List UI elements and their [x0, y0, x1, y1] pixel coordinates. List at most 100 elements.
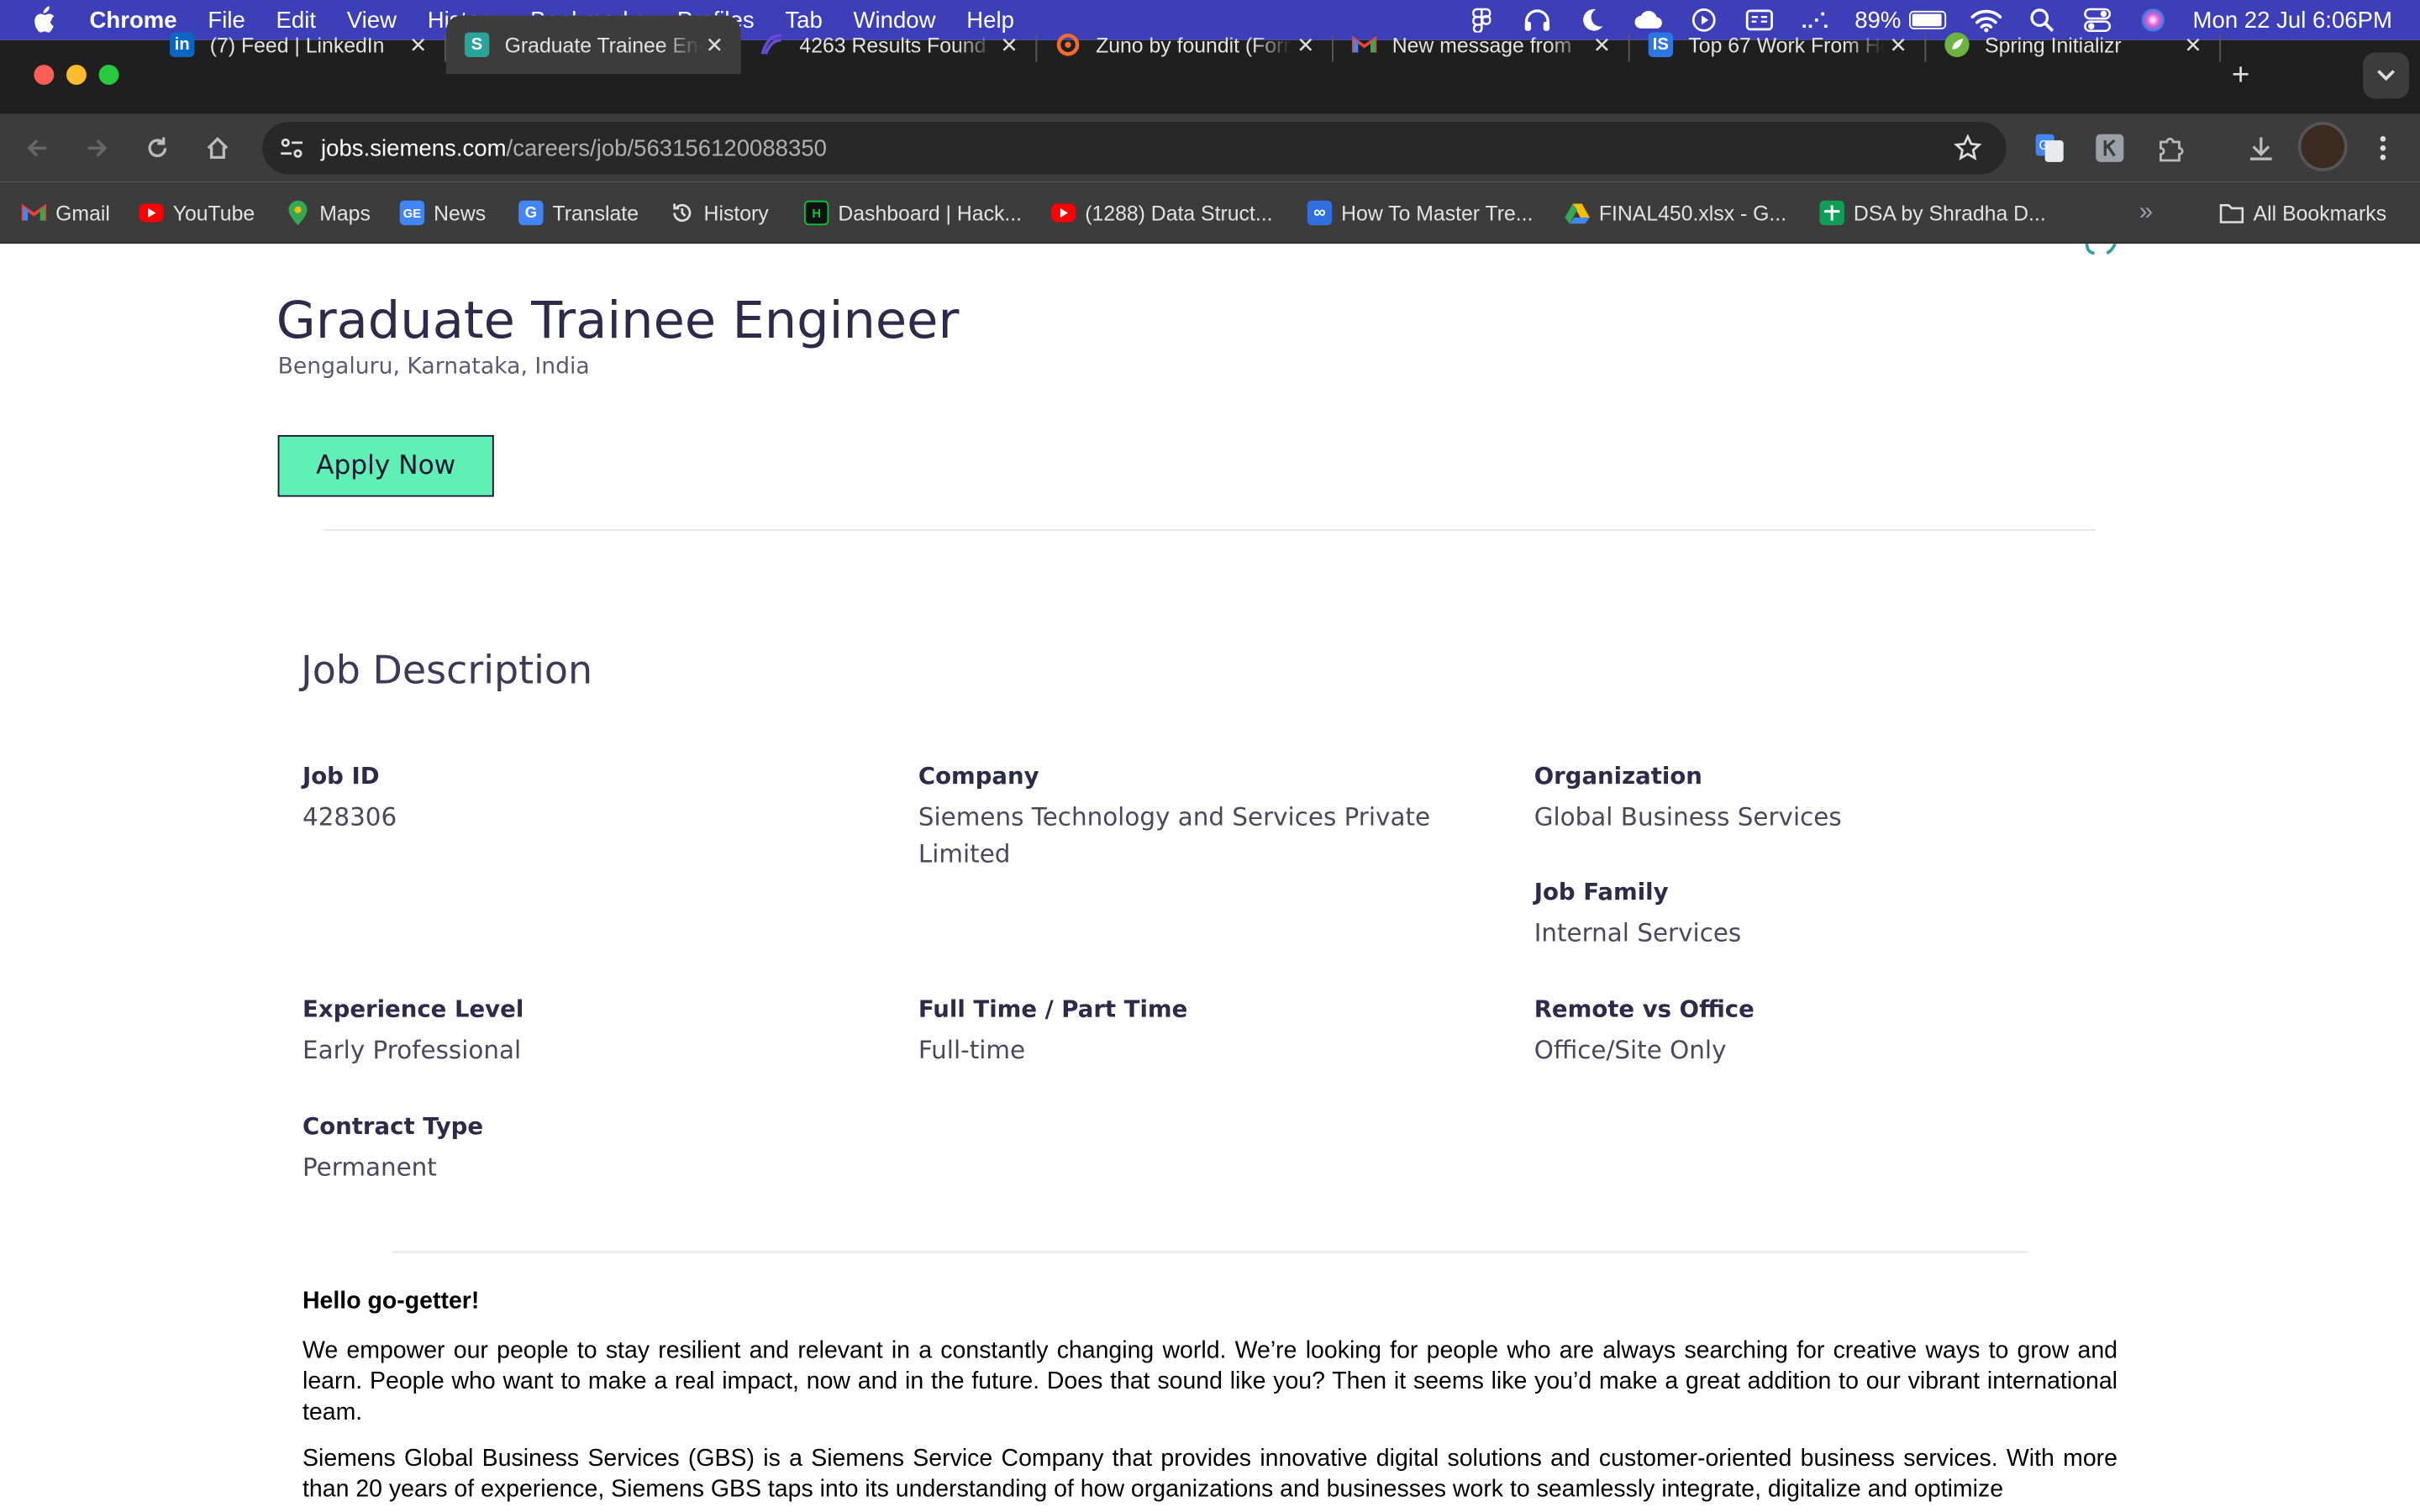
bookmark-final450[interactable]: FINAL450.xlsx - G...: [1565, 197, 1786, 228]
apple-icon[interactable]: [31, 6, 59, 34]
drive-icon: [1565, 201, 1590, 225]
company-value: Siemens Technology and Services Private …: [918, 802, 1431, 869]
bookmark-dsa-shradha[interactable]: DSA by Shradha D...: [1819, 197, 2046, 228]
forward-button[interactable]: [81, 131, 114, 165]
decorative-graphic: [2085, 244, 2117, 255]
new-tab-button[interactable]: +: [2232, 59, 2249, 94]
history-icon: [670, 201, 694, 225]
close-tab-icon[interactable]: ✕: [1885, 31, 1912, 59]
divider: [324, 529, 2096, 531]
extension-icon[interactable]: [2093, 131, 2127, 165]
job-family-value: Internal Services: [1534, 917, 1742, 948]
close-window-button[interactable]: [34, 65, 55, 86]
close-tab-icon[interactable]: ✕: [996, 31, 1023, 59]
translate-icon: G: [518, 200, 544, 226]
address-bar[interactable]: jobs.siemens.com/careers/job/56315612008…: [262, 122, 2007, 175]
experience-level-value: Early Professional: [302, 1035, 522, 1065]
apply-now-button[interactable]: Apply Now: [277, 434, 494, 497]
job-location: Bengaluru, Karnataka, India: [277, 354, 590, 380]
tab-search-button[interactable]: [2363, 52, 2410, 99]
bookmark-star-icon[interactable]: [1953, 134, 1982, 170]
tab-title: 4263 Results Found: [799, 33, 986, 57]
organization-value: Global Business Services: [1534, 802, 1842, 832]
profile-avatar[interactable]: [2297, 122, 2348, 171]
tab-title: Zuno by foundit (Formerly: [1096, 33, 1292, 57]
close-tab-icon[interactable]: ✕: [2179, 31, 2207, 59]
job-id-value: 428306: [302, 802, 397, 832]
job-id-label: Job ID: [302, 762, 380, 790]
bookmark-data-structures[interactable]: (1288) Data Struct...: [1050, 197, 1273, 228]
close-tab-icon[interactable]: ✕: [404, 31, 432, 59]
bookmark-youtube[interactable]: YouTube: [139, 197, 255, 228]
tab-siemens-job[interactable]: S Graduate Trainee Engineer ✕: [445, 15, 741, 75]
job-description-heading: Job Description: [301, 648, 593, 693]
downloads-icon[interactable]: [2244, 131, 2278, 165]
remote-office-label: Remote vs Office: [1534, 995, 1754, 1023]
tab-foundit[interactable]: Zuno by foundit (Formerly ✕: [1037, 15, 1332, 74]
site-info-icon[interactable]: [276, 133, 308, 164]
naukri-icon: [760, 33, 784, 57]
greeting-heading: Hello go-getter!: [302, 1288, 480, 1315]
home-button[interactable]: [201, 131, 234, 165]
tab-title: Spring Initializr: [1985, 33, 2122, 57]
bookmark-hackerrank[interactable]: H Dashboard | Hack...: [803, 197, 1023, 228]
bookmark-label: Dashboard | Hack...: [838, 201, 1023, 225]
intro-paragraph: We empower our people to stay resilient …: [302, 1337, 2118, 1426]
tab-linkedin[interactable]: in (7) Feed | LinkedIn ✕: [151, 15, 445, 74]
full-time-label: Full Time / Part Time: [918, 995, 1188, 1023]
bookmark-label: News: [434, 201, 487, 225]
bookmark-maps[interactable]: Maps: [286, 197, 371, 228]
bookmark-translate[interactable]: G Translate: [518, 197, 639, 228]
tab-spring-initializr[interactable]: Spring Initializr ✕: [1926, 15, 2219, 74]
remote-office-value: Office/Site Only: [1534, 1035, 1727, 1065]
google-translate-extension-icon[interactable]: G: [2033, 131, 2066, 165]
back-button[interactable]: [20, 131, 54, 165]
maps-icon: [286, 200, 310, 226]
gmail-icon: [1351, 33, 1377, 57]
bookmark-label: Translate: [552, 201, 639, 225]
youtube-icon: [139, 203, 164, 223]
close-tab-icon[interactable]: ✕: [1588, 31, 1616, 59]
bookmark-label: Maps: [319, 201, 371, 225]
bookmark-label: FINAL450.xlsx - G...: [1598, 201, 1787, 225]
experience-level-label: Experience Level: [302, 995, 524, 1023]
bookmark-label: DSA by Shradha D...: [1853, 201, 2046, 225]
browser-toolbar: jobs.siemens.com/careers/job/56315612008…: [0, 113, 2420, 182]
tab-gmail[interactable]: New message from ✕: [1334, 15, 1628, 74]
loop-icon: ∞: [1307, 200, 1333, 226]
bookmark-label: How To Master Tre...: [1341, 201, 1534, 225]
close-tab-icon[interactable]: ✕: [1292, 31, 1319, 59]
zoom-window-button[interactable]: [98, 65, 119, 86]
siemens-icon: S: [464, 32, 490, 57]
foundit-icon: [1055, 33, 1080, 57]
window-controls: [34, 65, 119, 86]
extensions-puzzle-icon[interactable]: [2154, 131, 2188, 165]
organization-label: Organization: [1534, 762, 1702, 790]
close-tab-icon[interactable]: ✕: [701, 31, 729, 59]
divider: [392, 1251, 2028, 1253]
spring-icon: [1944, 32, 1970, 57]
tab-indeed[interactable]: IS Top 67 Work From Home ✕: [1630, 15, 1925, 74]
minimize-window-button[interactable]: [66, 65, 87, 86]
folder-icon: [2219, 201, 2244, 225]
bookmark-news[interactable]: GE News: [399, 197, 487, 228]
bookmark-label: (1288) Data Struct...: [1085, 201, 1273, 225]
page-content: Graduate Trainee Engineer Bengaluru, Kar…: [0, 244, 2420, 1512]
job-title: Graduate Trainee Engineer: [276, 290, 960, 350]
chrome-menu-icon[interactable]: [2366, 131, 2400, 165]
url-path: /careers/job/563156120088350: [506, 134, 827, 161]
svg-text:G: G: [2039, 139, 2048, 153]
tab-naukri-results[interactable]: 4263 Results Found ✕: [741, 15, 1036, 74]
bookmark-history[interactable]: History: [670, 197, 769, 228]
linkedin-icon: in: [170, 32, 195, 57]
all-bookmarks-folder[interactable]: All Bookmarks: [2219, 197, 2386, 228]
more-bookmarks-chevron-icon[interactable]: »: [2139, 197, 2153, 228]
clock-datetime[interactable]: Mon 22 Jul 6:06PM: [2193, 7, 2392, 33]
bookmark-label: YouTube: [172, 201, 255, 225]
bookmark-how-to-master[interactable]: ∞ How To Master Tre...: [1307, 197, 1534, 228]
bookmark-label: History: [703, 201, 769, 225]
tab-title: New message from: [1392, 33, 1572, 57]
bookmark-gmail[interactable]: Gmail: [21, 197, 110, 228]
news-icon: GE: [399, 200, 425, 226]
reload-button[interactable]: [140, 131, 174, 165]
